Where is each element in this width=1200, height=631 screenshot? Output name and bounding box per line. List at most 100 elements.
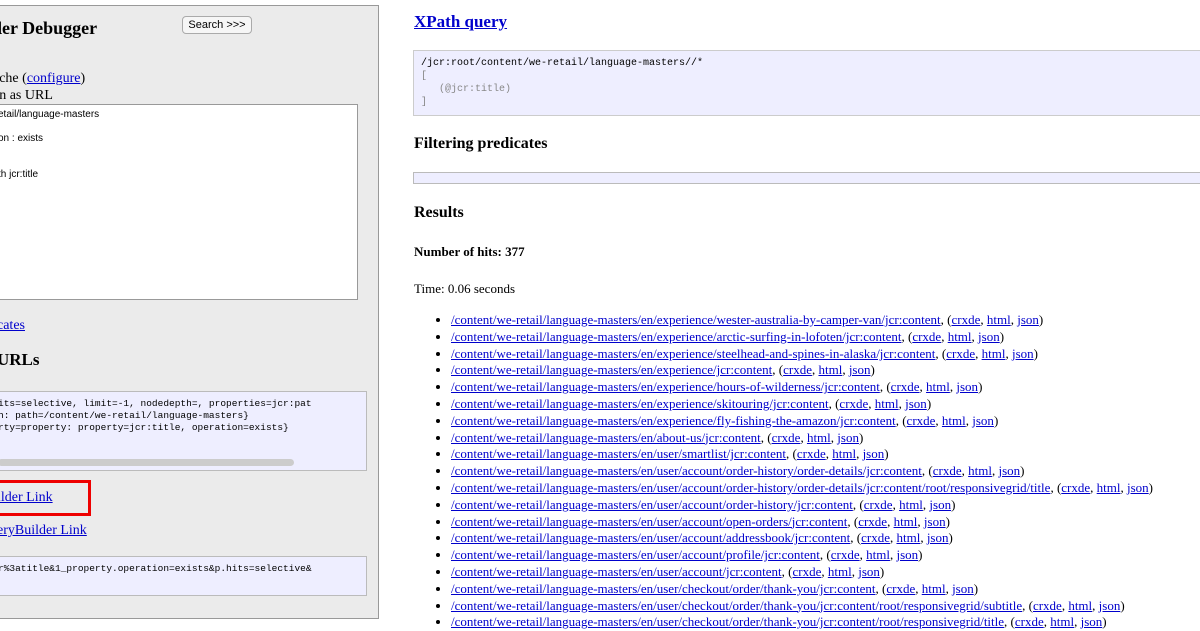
querybuilder-link-2[interactable]: eryBuilder Link <box>0 523 87 539</box>
crxde-link[interactable]: crxde <box>891 379 920 394</box>
json-link[interactable]: json <box>863 446 885 461</box>
html-link[interactable]: html <box>818 362 842 377</box>
result-path-link[interactable]: /content/we-retail/language-masters/en/u… <box>451 564 782 579</box>
result-item: /content/we-retail/language-masters/en/u… <box>451 530 1153 547</box>
result-item: /content/we-retail/language-masters/en/e… <box>451 396 1153 413</box>
html-link[interactable]: html <box>807 430 831 445</box>
result-path-link[interactable]: /content/we-retail/language-masters/en/u… <box>451 463 922 478</box>
option-cache-prefix: ache ( <box>0 71 27 86</box>
html-link[interactable]: html <box>948 329 972 344</box>
result-path-link[interactable]: /content/we-retail/language-masters/en/u… <box>451 598 1022 613</box>
json-link[interactable]: json <box>924 514 946 529</box>
result-path-link[interactable]: /content/we-retail/language-masters/en/e… <box>451 396 829 411</box>
json-link[interactable]: json <box>896 547 918 562</box>
crxde-link[interactable]: crxde <box>772 430 801 445</box>
crxde-link[interactable]: crxde <box>1033 598 1062 613</box>
json-link[interactable]: json <box>837 430 859 445</box>
query-line <box>0 157 357 169</box>
html-link[interactable]: html <box>828 564 852 579</box>
result-path-link[interactable]: /content/we-retail/language-masters/en/e… <box>451 413 896 428</box>
html-link[interactable]: html <box>832 446 856 461</box>
html-link[interactable]: html <box>1068 598 1092 613</box>
crxde-link[interactable]: crxde <box>858 514 887 529</box>
json-link[interactable]: json <box>998 463 1020 478</box>
result-path-link[interactable]: /content/we-retail/language-masters/en/u… <box>451 446 786 461</box>
crxde-link[interactable]: crxde <box>1015 614 1044 629</box>
json-link[interactable]: json <box>927 530 949 545</box>
xpath-line: (@jcr:title) <box>421 84 512 95</box>
result-path-link[interactable]: /content/we-retail/language-masters/en/e… <box>451 362 772 377</box>
result-path-link[interactable]: /content/we-retail/language-masters/en/u… <box>451 547 820 562</box>
result-path-link[interactable]: /content/we-retail/language-masters/en/u… <box>451 480 1050 495</box>
url-code-box[interactable]: r%3atitle&1_property.operation=exists&p.… <box>0 556 367 596</box>
json-link[interactable]: json <box>1012 346 1034 361</box>
html-link[interactable]: html <box>1097 480 1121 495</box>
json-link[interactable]: json <box>858 564 880 579</box>
html-link[interactable]: html <box>987 312 1011 327</box>
html-link[interactable]: html <box>866 547 890 562</box>
search-button[interactable]: Search >>> <box>182 16 252 34</box>
query-line: th jcr:title <box>0 169 39 180</box>
crxde-link[interactable]: crxde <box>886 581 915 596</box>
predicates-link[interactable]: cates <box>0 318 25 334</box>
result-path-link[interactable]: /content/we-retail/language-masters/en/e… <box>451 312 941 327</box>
html-link[interactable]: html <box>926 379 950 394</box>
configure-link[interactable]: configure <box>27 71 81 86</box>
crxde-link[interactable]: crxde <box>831 547 860 562</box>
crxde-link[interactable]: crxde <box>933 463 962 478</box>
json-link[interactable]: json <box>929 497 951 512</box>
crxde-link[interactable]: crxde <box>864 497 893 512</box>
crxde-link[interactable]: crxde <box>792 564 821 579</box>
xpath-heading-link[interactable]: XPath query <box>414 12 507 31</box>
result-path-link[interactable]: /content/we-retail/language-masters/en/e… <box>451 329 901 344</box>
result-path-link[interactable]: /content/we-retail/language-masters/en/u… <box>451 581 876 596</box>
result-path-link[interactable]: /content/we-retail/language-masters/en/u… <box>451 497 853 512</box>
horizontal-scrollbar[interactable] <box>0 459 294 466</box>
crxde-link[interactable]: crxde <box>839 396 868 411</box>
crxde-link[interactable]: crxde <box>912 329 941 344</box>
crxde-link[interactable]: crxde <box>946 346 975 361</box>
result-item: /content/we-retail/language-masters/en/u… <box>451 581 1153 598</box>
crxde-link[interactable]: crxde <box>907 413 936 428</box>
html-link[interactable]: html <box>894 514 918 529</box>
html-link[interactable]: html <box>1050 614 1074 629</box>
crxde-link[interactable]: crxde <box>1061 480 1090 495</box>
json-link[interactable]: json <box>1127 480 1149 495</box>
result-path-link[interactable]: /content/we-retail/language-masters/en/u… <box>451 514 847 529</box>
json-link[interactable]: json <box>849 362 871 377</box>
predicate-code-box[interactable]: its=selective, limit=-1, nodedepth=, pro… <box>0 391 367 471</box>
html-link[interactable]: html <box>942 413 966 428</box>
xpath-query-box: /jcr:root/content/we-retail/language-mas… <box>413 50 1200 116</box>
json-link[interactable]: json <box>978 329 1000 344</box>
json-link[interactable]: json <box>952 581 974 596</box>
result-item: /content/we-retail/language-masters/en/e… <box>451 413 1153 430</box>
json-link[interactable]: json <box>1017 312 1039 327</box>
result-path-link[interactable]: /content/we-retail/language-masters/en/e… <box>451 379 880 394</box>
crxde-link[interactable]: crxde <box>951 312 980 327</box>
html-link[interactable]: html <box>899 497 923 512</box>
html-link[interactable]: html <box>922 581 946 596</box>
xpath-heading-wrap: XPath query <box>414 12 507 32</box>
result-path-link[interactable]: /content/we-retail/language-masters/en/u… <box>451 530 850 545</box>
result-path-link[interactable]: /content/we-retail/language-masters/en/u… <box>451 614 1004 629</box>
json-link[interactable]: json <box>1099 598 1121 613</box>
result-path-link[interactable]: /content/we-retail/language-masters/en/e… <box>451 346 935 361</box>
json-link[interactable]: json <box>972 413 994 428</box>
url-code-line: r%3atitle&1_property.operation=exists&p.… <box>0 563 312 574</box>
crxde-link[interactable]: crxde <box>861 530 890 545</box>
html-link[interactable]: html <box>875 396 899 411</box>
html-link[interactable]: html <box>896 530 920 545</box>
querybuilder-link[interactable]: ilder Link <box>0 490 53 506</box>
result-path-link[interactable]: /content/we-retail/language-masters/en/a… <box>451 430 761 445</box>
query-textarea[interactable]: etail/language-masters on : exists th jc… <box>0 104 358 300</box>
option-open-as-url: en as URL <box>0 88 53 103</box>
html-link[interactable]: html <box>968 463 992 478</box>
json-link[interactable]: json <box>956 379 978 394</box>
html-link[interactable]: html <box>982 346 1006 361</box>
json-link[interactable]: json <box>1081 614 1103 629</box>
json-link[interactable]: json <box>905 396 927 411</box>
urls-heading: URLs <box>0 350 40 369</box>
crxde-link[interactable]: crxde <box>783 362 812 377</box>
crxde-link[interactable]: crxde <box>797 446 826 461</box>
result-item: /content/we-retail/language-masters/en/e… <box>451 362 1153 379</box>
